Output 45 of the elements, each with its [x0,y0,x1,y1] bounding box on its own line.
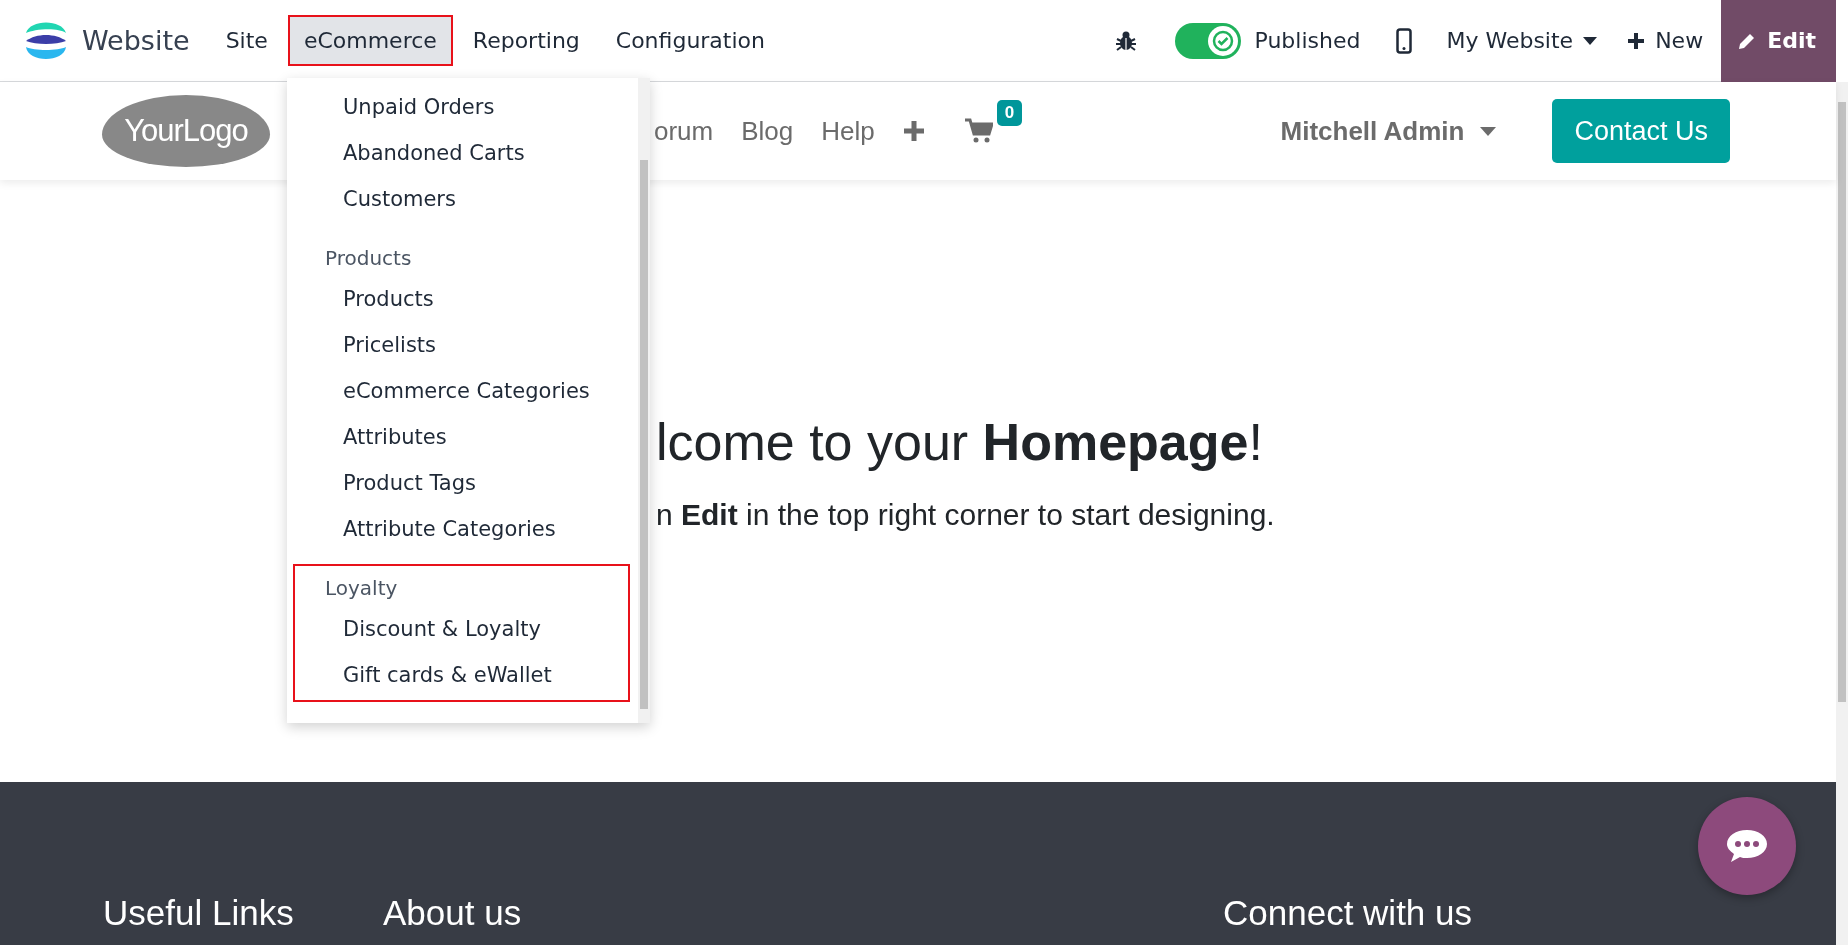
menu-item[interactable]: Unpaid Orders [295,84,628,130]
published-label: Published [1254,28,1361,53]
chat-bubble-icon [1725,828,1769,864]
plus-icon[interactable] [902,120,925,142]
caret-icon [1583,36,1598,45]
footer-heading: Connect with us [1223,893,1473,933]
menu-tab[interactable]: eCommerce [287,15,453,66]
plus-icon [1627,31,1646,50]
menu-item[interactable]: Products [295,276,628,322]
footer-heading: About us [383,893,522,933]
menu-item[interactable]: Product Tags [295,460,628,506]
new-button[interactable]: New [1627,28,1704,53]
user-menu[interactable]: Mitchell Admin [1280,115,1497,147]
footer-heading: Useful Links [103,893,294,933]
app-name[interactable]: Website [82,25,190,56]
site-logo[interactable]: YourLogo [102,95,270,167]
menu-item[interactable]: Customers [295,176,628,222]
menu-tab[interactable]: Site [209,15,284,66]
nav-link[interactable]: Help [821,115,875,147]
welcome-heading: lcome to your Homepage! [656,412,1264,472]
menu-tab[interactable]: Configuration [599,15,781,66]
website-switcher[interactable]: My Website [1446,28,1598,53]
published-toggle[interactable] [1174,22,1241,59]
menu-section-heading: Loyalty [324,575,399,602]
welcome-subtitle: n Edit in the top right corner to start designing. [656,498,1276,532]
menu-item[interactable]: Abandoned Carts [295,130,628,176]
scrollbar[interactable] [1836,82,1848,945]
menu-item[interactable]: eCommerce Categories [295,368,628,414]
nav-link[interactable]: Blog [741,115,794,147]
nav-link[interactable]: orum [654,115,714,147]
mobile-phone-icon[interactable] [1396,27,1413,54]
cart-icon[interactable] [964,118,993,144]
menu-item[interactable]: Attribute Categories [295,506,628,552]
menu-item[interactable]: Gift cards & eWallet [295,652,628,698]
cart-count-badge: 0 [996,100,1023,126]
scrollbar[interactable] [638,78,650,723]
menu-item[interactable]: Discount & Loyalty [295,606,628,652]
menu-tab[interactable]: Reporting [456,15,596,66]
menu-item[interactable]: Pricelists [295,322,628,368]
menu-section-heading: Products [324,245,413,272]
menu-item[interactable]: Attributes [295,414,628,460]
caret-icon [1480,126,1497,136]
check-icon [1211,29,1234,52]
bug-icon[interactable] [1114,29,1137,52]
edit-button[interactable]: Edit [1721,0,1836,82]
